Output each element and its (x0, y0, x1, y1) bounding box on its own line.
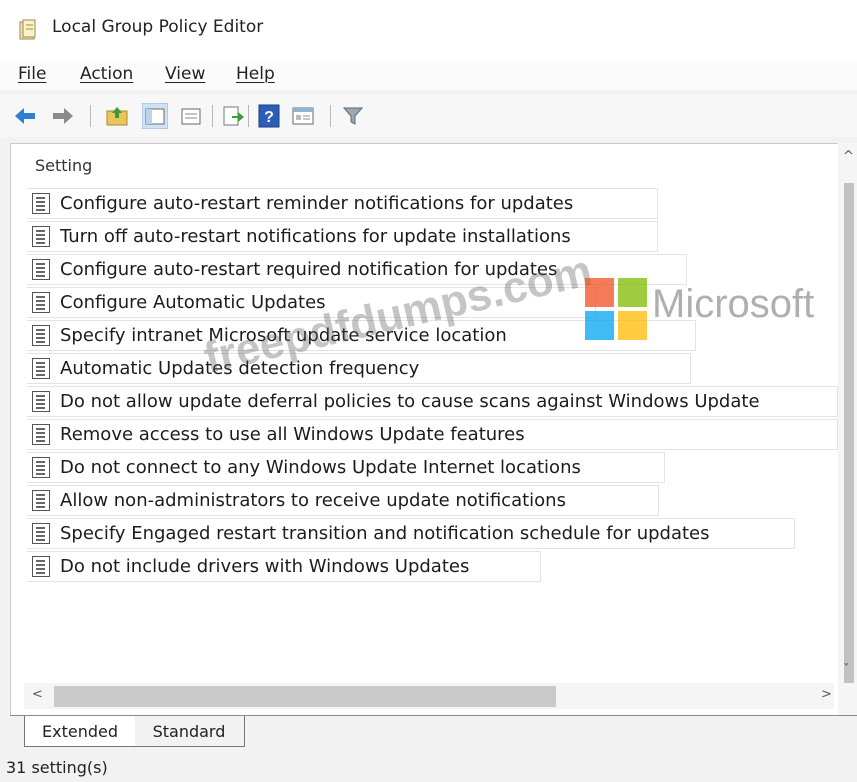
menu-bar: File Action View Help (0, 60, 857, 90)
list-item-label: Specify Engaged restart transition and n… (60, 523, 710, 544)
list-item-label: Configure auto-restart reminder notifica… (60, 193, 574, 214)
policy-setting-icon (32, 457, 50, 478)
toolbar-separator (90, 105, 91, 127)
status-bar: 31 setting(s) (0, 752, 857, 782)
toolbar-separator (212, 105, 213, 127)
tab-standard[interactable]: Standard (134, 716, 245, 747)
list-item-label: Configure Automatic Updates (60, 292, 326, 313)
list-item-label: Turn off auto-restart notifications for … (60, 226, 571, 247)
policy-setting-icon (32, 358, 50, 379)
list-item-label: Do not allow update deferral policies to… (60, 391, 760, 412)
svg-text:?: ? (264, 109, 274, 126)
list-item[interactable]: Configure Automatic Updates (27, 287, 596, 318)
up-folder-icon[interactable] (104, 103, 130, 129)
list-item-label: Configure auto-restart required notifica… (60, 259, 558, 280)
list-item[interactable]: Configure auto-restart reminder notifica… (27, 188, 658, 219)
policy-setting-icon (32, 259, 50, 280)
forward-arrow-icon[interactable] (50, 103, 76, 129)
group-policy-icon (19, 19, 36, 40)
scroll-right-arrow-icon[interactable]: > (821, 687, 832, 702)
policy-setting-icon (32, 490, 50, 511)
policy-setting-icon (32, 424, 50, 445)
list-item[interactable]: Remove access to use all Windows Update … (27, 419, 838, 450)
tab-extended[interactable]: Extended (24, 716, 135, 747)
list-item-label: Do not include drivers with Windows Upda… (60, 556, 470, 577)
scroll-down-arrow-icon[interactable]: ˇ (843, 663, 850, 678)
show-hide-console-tree-icon[interactable] (142, 103, 168, 129)
list-item-label: Allow non-administrators to receive upda… (60, 490, 566, 511)
list-item[interactable]: Allow non-administrators to receive upda… (27, 485, 659, 516)
horizontal-scrollbar[interactable]: < > (24, 683, 834, 709)
policy-setting-icon (32, 325, 50, 346)
list-item[interactable]: Turn off auto-restart notifications for … (27, 221, 658, 252)
view-tabs: Extended Standard (10, 715, 857, 751)
policy-setting-icon (32, 193, 50, 214)
toolbar-separator (248, 105, 249, 127)
filter-icon[interactable] (340, 103, 366, 129)
horizontal-scroll-thumb[interactable] (54, 686, 556, 707)
back-arrow-icon[interactable] (12, 103, 38, 129)
list-item-label: Do not connect to any Windows Update Int… (60, 457, 581, 478)
menu-view[interactable]: View (165, 64, 205, 84)
toolbar-separator (330, 105, 331, 127)
properties-icon[interactable] (290, 103, 316, 129)
policy-setting-icon (32, 556, 50, 577)
settings-count: 31 setting(s) (6, 758, 108, 777)
policy-setting-icon (32, 523, 50, 544)
vertical-scrollbar[interactable]: ^ ˇ (838, 143, 857, 715)
policy-setting-icon (32, 292, 50, 313)
settings-list: Setting Configure auto-restart reminder … (10, 143, 857, 716)
column-header-setting[interactable]: Setting (35, 156, 92, 175)
microsoft-logo-icon (585, 278, 647, 340)
vertical-scroll-thumb[interactable] (844, 183, 854, 683)
scroll-up-arrow-icon[interactable]: ^ (843, 149, 854, 164)
scroll-left-arrow-icon[interactable]: < (32, 687, 43, 702)
list-item[interactable]: Automatic Updates detection frequency (27, 353, 691, 384)
list-item[interactable]: Do not allow update deferral policies to… (27, 386, 838, 417)
list-item[interactable]: Specify Engaged restart transition and n… (27, 518, 795, 549)
toolbar: ? (0, 95, 857, 137)
policy-setting-icon (32, 226, 50, 247)
menu-file[interactable]: File (18, 64, 46, 84)
list-item[interactable]: Do not include drivers with Windows Upda… (27, 551, 541, 582)
list-item-label: Specify intranet Microsoft update servic… (60, 325, 507, 346)
window-title: Local Group Policy Editor (52, 17, 264, 37)
watermark-brand: Microsoft (652, 282, 815, 326)
help-icon[interactable]: ? (256, 103, 282, 129)
list-item[interactable]: Do not connect to any Windows Update Int… (27, 452, 665, 483)
list-item-label: Remove access to use all Windows Update … (60, 424, 525, 445)
menu-help[interactable]: Help (236, 64, 275, 84)
policy-setting-icon (32, 391, 50, 412)
title-bar: Local Group Policy Editor (0, 0, 857, 60)
list-item-label: Automatic Updates detection frequency (60, 358, 420, 379)
properties-pane-icon[interactable] (178, 103, 204, 129)
export-list-icon[interactable] (220, 103, 246, 129)
menu-action[interactable]: Action (80, 64, 133, 84)
